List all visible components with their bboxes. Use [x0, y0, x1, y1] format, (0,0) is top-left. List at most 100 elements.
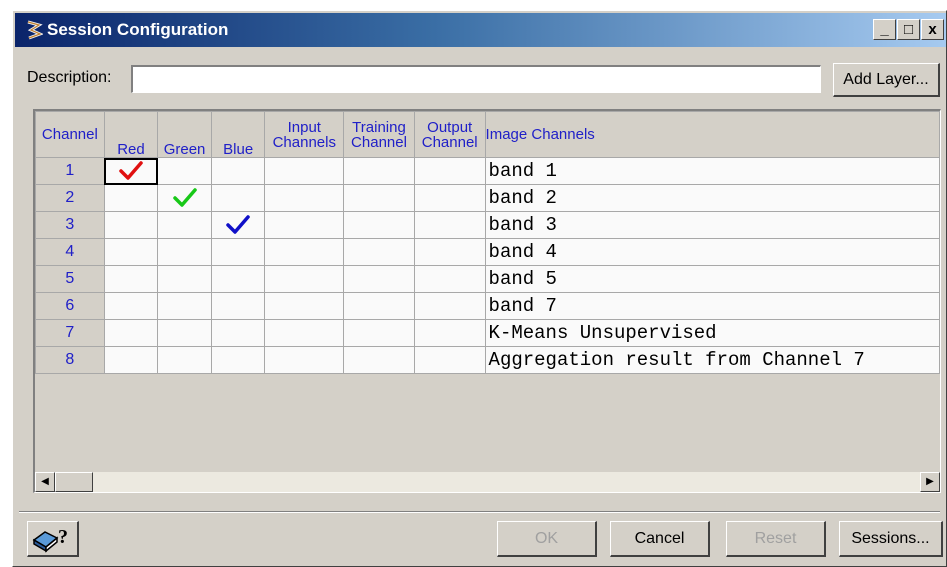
maximize-button[interactable]: □	[897, 19, 920, 40]
header-red[interactable]: Red	[103, 111, 159, 158]
row-header-channel[interactable]: 7	[35, 319, 105, 347]
green-cell[interactable]	[157, 265, 212, 293]
training-channel-cell[interactable]	[343, 184, 415, 212]
image-channel-cell[interactable]: band 7	[484, 292, 941, 320]
row-header-channel[interactable]: 6	[35, 292, 105, 320]
header-blue[interactable]: Blue	[210, 111, 266, 158]
image-channel-cell[interactable]: band 1	[484, 157, 941, 185]
green-cell[interactable]	[157, 211, 212, 239]
reset-button[interactable]: Reset	[726, 521, 826, 557]
header-output-channel[interactable]: Output Channel	[413, 111, 486, 158]
blue-cell[interactable]	[210, 238, 266, 266]
header-channel[interactable]: Channel	[35, 111, 105, 158]
header-input-channels[interactable]: Input Channels	[264, 111, 345, 158]
green-cell[interactable]	[157, 319, 212, 347]
training-channel-cell[interactable]	[343, 157, 415, 185]
header-training-channel[interactable]: Training Channel	[343, 111, 415, 158]
blue-cell[interactable]	[210, 211, 266, 239]
row-header-channel[interactable]: 8	[35, 346, 105, 374]
output-channel-cell[interactable]	[413, 184, 486, 212]
input-channels-cell[interactable]	[264, 157, 345, 185]
input-channels-cell[interactable]	[264, 319, 345, 347]
table-row: 8 Aggregation result from Channel 7	[35, 346, 941, 374]
footer-separator	[19, 511, 940, 513]
output-channel-cell[interactable]	[413, 265, 486, 293]
header-image-channels[interactable]: Image Channels	[484, 111, 941, 158]
table-row: 3 band 3	[35, 211, 941, 239]
help-button[interactable]: ?	[27, 521, 79, 557]
red-cell[interactable]	[103, 265, 159, 293]
output-channel-cell[interactable]	[413, 211, 486, 239]
red-cell[interactable]	[103, 211, 159, 239]
red-cell[interactable]	[103, 238, 159, 266]
training-channel-cell[interactable]	[343, 319, 415, 347]
green-cell[interactable]	[157, 346, 212, 374]
training-channel-cell[interactable]	[343, 346, 415, 374]
help-question-mark: ?	[58, 526, 68, 548]
sessions-button[interactable]: Sessions...	[839, 521, 943, 557]
close-button[interactable]: x	[921, 19, 944, 40]
row-header-channel[interactable]: 4	[35, 238, 105, 266]
image-channel-cell[interactable]: band 2	[484, 184, 941, 212]
table-row: 7 K-Means Unsupervised	[35, 319, 941, 347]
scroll-right-icon[interactable]: ▶	[920, 472, 940, 492]
output-channel-cell[interactable]	[413, 346, 486, 374]
image-channel-cell[interactable]: band 3	[484, 211, 941, 239]
header-input-line2: Channels	[272, 133, 336, 151]
horizontal-scrollbar[interactable]: ◀ ▶	[35, 472, 940, 492]
cancel-button[interactable]: Cancel	[610, 521, 710, 557]
blue-cell[interactable]	[210, 184, 266, 212]
app-icon	[27, 20, 43, 40]
red-cell[interactable]	[103, 346, 159, 374]
row-header-channel[interactable]: 1	[35, 157, 105, 185]
table-row: 2 band 2	[35, 184, 941, 212]
output-channel-cell[interactable]	[413, 319, 486, 347]
blue-cell[interactable]	[210, 157, 266, 185]
scroll-left-icon[interactable]: ◀	[35, 472, 55, 492]
scroll-thumb[interactable]	[55, 472, 93, 492]
book-help-icon	[32, 531, 59, 553]
red-cell[interactable]	[103, 292, 159, 320]
input-channels-cell[interactable]	[264, 184, 345, 212]
green-check-icon	[172, 188, 197, 207]
red-cell[interactable]	[103, 157, 159, 185]
blue-cell[interactable]	[210, 346, 266, 374]
header-green[interactable]: Green	[157, 111, 212, 158]
grid-header-row: Channel Red Green Blue Input Channels Tra…	[35, 111, 941, 158]
description-input[interactable]	[131, 65, 821, 93]
add-layer-button[interactable]: Add Layer...	[833, 63, 940, 97]
green-cell[interactable]	[157, 292, 212, 320]
row-header-channel[interactable]: 5	[35, 265, 105, 293]
blue-cell[interactable]	[210, 319, 266, 347]
output-channel-cell[interactable]	[413, 157, 486, 185]
channel-grid[interactable]: Channel Red Green Blue Input Channels Tra…	[33, 109, 941, 493]
input-channels-cell[interactable]	[264, 346, 345, 374]
image-channel-cell[interactable]: K-Means Unsupervised	[484, 319, 941, 347]
training-channel-cell[interactable]	[343, 265, 415, 293]
training-channel-cell[interactable]	[343, 211, 415, 239]
image-channel-cell[interactable]: Aggregation result from Channel 7	[484, 346, 941, 374]
row-header-channel[interactable]: 2	[35, 184, 105, 212]
table-row: 4 band 4	[35, 238, 941, 266]
minimize-button[interactable]: _	[873, 19, 896, 40]
ok-button[interactable]: OK	[497, 521, 597, 557]
green-cell[interactable]	[157, 157, 212, 185]
image-channel-cell[interactable]: band 5	[484, 265, 941, 293]
input-channels-cell[interactable]	[264, 238, 345, 266]
input-channels-cell[interactable]	[264, 265, 345, 293]
training-channel-cell[interactable]	[343, 238, 415, 266]
output-channel-cell[interactable]	[413, 292, 486, 320]
training-channel-cell[interactable]	[343, 292, 415, 320]
green-cell[interactable]	[157, 238, 212, 266]
blue-cell[interactable]	[210, 292, 266, 320]
input-channels-cell[interactable]	[264, 292, 345, 320]
blue-cell[interactable]	[210, 265, 266, 293]
red-cell[interactable]	[103, 319, 159, 347]
output-channel-cell[interactable]	[413, 238, 486, 266]
input-channels-cell[interactable]	[264, 211, 345, 239]
row-header-channel[interactable]: 3	[35, 211, 105, 239]
image-channel-cell[interactable]: band 4	[484, 238, 941, 266]
title-bar[interactable]: Session Configuration _ □ x	[15, 13, 946, 47]
red-cell[interactable]	[103, 184, 159, 212]
green-cell[interactable]	[157, 184, 212, 212]
